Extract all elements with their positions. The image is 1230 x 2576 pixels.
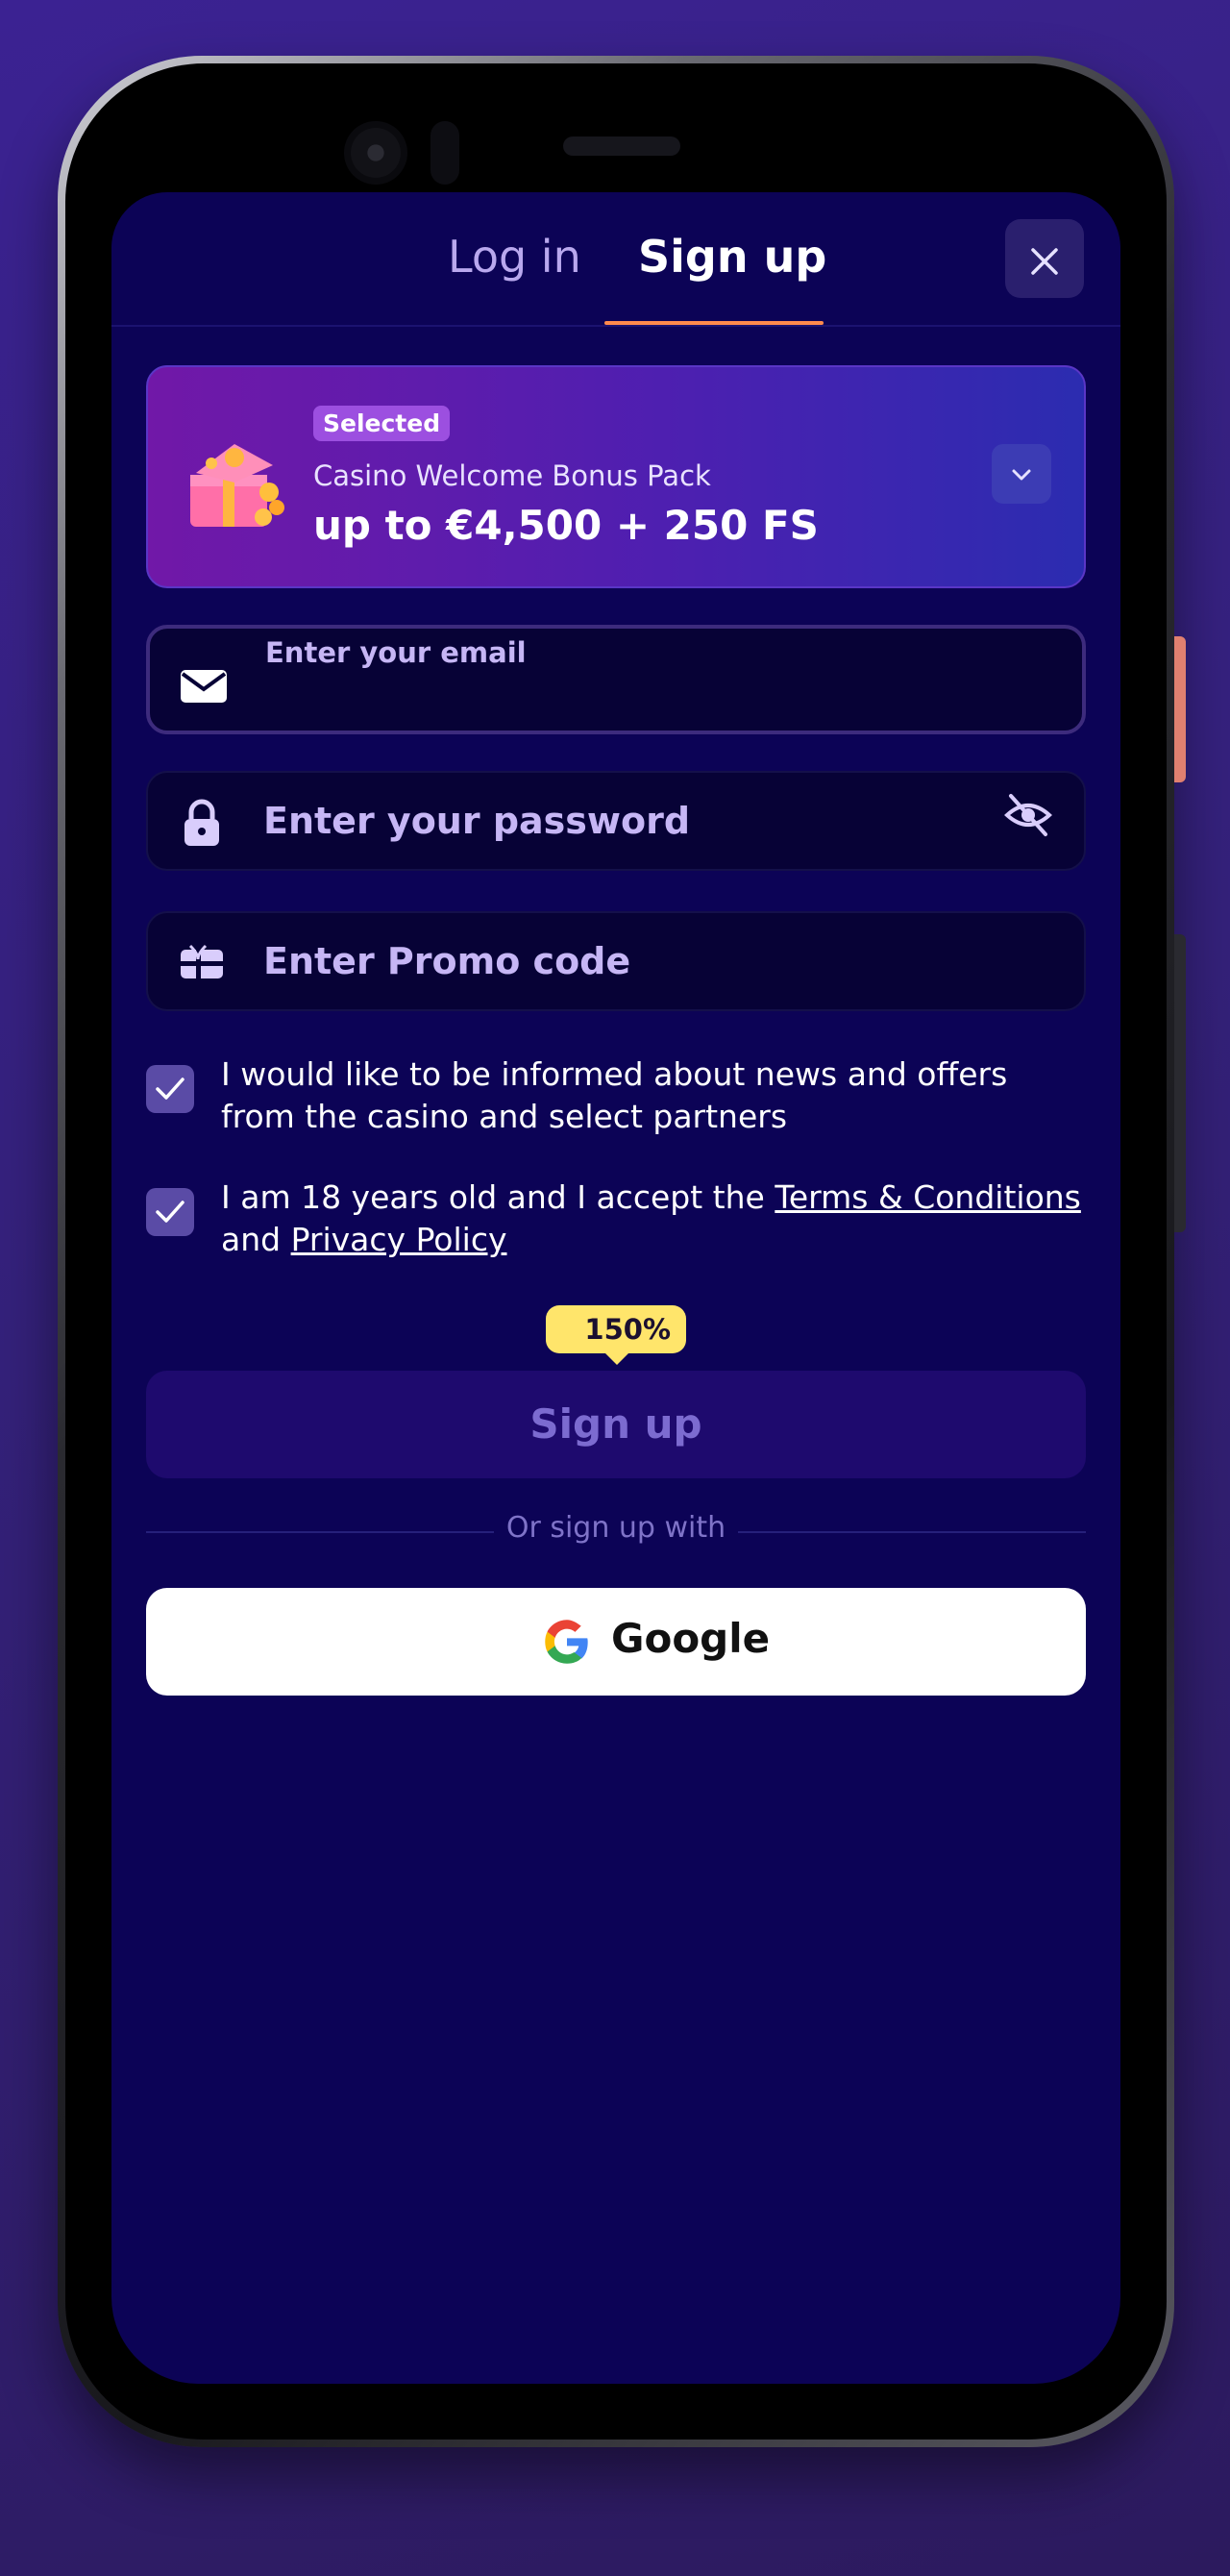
selected-badge: Selected [313,406,451,441]
age-consent-checkbox[interactable] [146,1188,194,1236]
envelope-icon [181,670,227,703]
google-signup-button[interactable]: Google [146,1588,1086,1696]
promo-code-field[interactable]: Enter Promo code [146,911,1086,1011]
checkmark-icon [156,1201,184,1223]
bonus-dropdown-button[interactable] [992,444,1051,504]
or-sign-up-with-text: Or sign up with [505,1511,726,1545]
signup-modal: Log in Sign up Selected Casino Welcome B… [111,192,1120,2384]
google-icon [545,1620,588,1664]
volume-button [1174,934,1186,1232]
auth-tabs: Log in Sign up [111,192,1120,327]
privacy-policy-link[interactable]: Privacy Policy [291,1221,507,1258]
divider-line-right [738,1531,1086,1533]
signup-button[interactable]: Sign up [146,1371,1086,1478]
promo-placeholder: Enter Promo code [263,940,631,982]
ticket-icon [181,944,223,978]
bonus-percent-badge: 150% [546,1305,686,1365]
close-button[interactable] [1005,219,1084,298]
password-field[interactable]: Enter your password [146,771,1086,871]
lock-icon [184,799,219,846]
earpiece-speaker [563,136,680,156]
consent-and-text: and [221,1221,282,1258]
bonus-name: Casino Welcome Bonus Pack [313,459,711,492]
tab-login[interactable]: Log in [448,231,581,283]
or-divider: Or sign up with [146,1507,1086,1555]
age-consent-label: I am 18 years old and I accept the Terms… [221,1177,1086,1261]
active-tab-indicator [604,321,824,325]
bonus-amount: up to €4,500 + 250 FS [313,502,819,549]
eye-off-icon[interactable] [1001,788,1055,842]
close-icon [1031,247,1058,275]
google-label: Google [611,1615,771,1662]
age-consent-text: I am 18 years old and I accept the [221,1178,765,1216]
news-consent-label: I would like to be informed about news a… [221,1055,1008,1135]
tab-signup[interactable]: Sign up [638,231,826,283]
checkmark-icon [156,1077,184,1100]
bonus-selector[interactable]: Selected Casino Welcome Bonus Pack up to… [146,365,1086,588]
email-label: Enter your email [265,636,527,669]
email-field[interactable]: Enter your email [146,625,1086,734]
terms-link[interactable]: Terms & Conditions [775,1178,1081,1216]
proximity-sensor [430,121,459,185]
news-consent-checkbox[interactable] [146,1065,194,1113]
chevron-down-icon [1012,469,1031,480]
power-button [1174,636,1186,782]
password-placeholder: Enter your password [263,800,691,842]
front-camera [344,121,407,185]
gift-icon [190,444,284,527]
